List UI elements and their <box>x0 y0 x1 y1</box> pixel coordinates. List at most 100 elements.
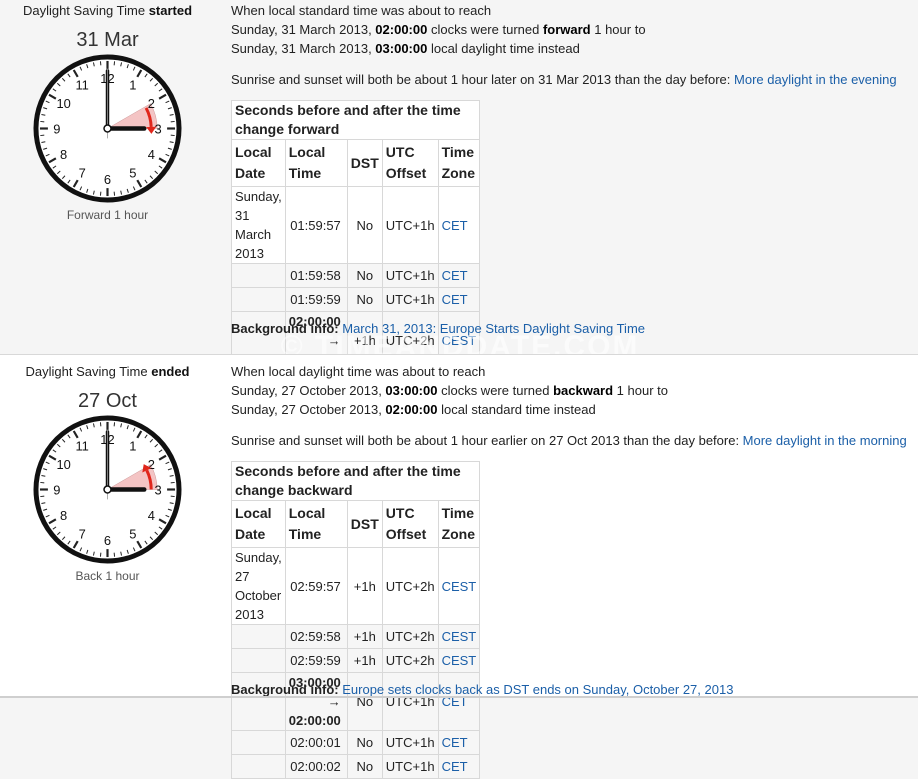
cell-dst: +1h <box>347 649 382 673</box>
cell-date <box>232 731 286 755</box>
time-zone-link[interactable]: CET <box>442 759 468 774</box>
clock-backward-icon: 121234567891011 <box>33 415 182 564</box>
clock-caption: Forward 1 hour <box>0 208 215 222</box>
cell-tz: CET <box>438 755 480 779</box>
col-time-zone: TimeZone <box>438 501 480 548</box>
clock-number: 4 <box>148 508 155 523</box>
clock-center <box>104 125 111 132</box>
table-caption: Seconds before and after the time change… <box>232 101 480 140</box>
clock-number: 3 <box>155 482 162 497</box>
table-row: 02:00:01NoUTC+1h CET <box>232 731 480 755</box>
clock-number: 6 <box>104 533 111 548</box>
clock-number: 7 <box>79 526 86 541</box>
bottom-divider <box>0 696 918 698</box>
desc-line-1: When local standard time was about to re… <box>231 1 491 20</box>
clock-number: 5 <box>129 165 136 180</box>
col-dst: DST <box>347 501 382 548</box>
clock-number: 8 <box>60 508 67 523</box>
desc-line-3: Sunday, 31 March 2013, 03:00:00 local da… <box>231 39 580 58</box>
sunrise-note: Sunrise and sunset will both be about 1 … <box>231 431 907 450</box>
col-time-zone: TimeZone <box>438 140 480 187</box>
cell-tz: CEST <box>438 548 480 625</box>
sunrise-note: Sunrise and sunset will both be about 1 … <box>231 70 897 89</box>
cell-utc: UTC+1h <box>382 264 438 288</box>
table-row: 02:00:02NoUTC+1h CET <box>232 755 480 779</box>
dst-ended-heading: Daylight Saving Time ended <box>0 364 215 379</box>
more-daylight-morning-link[interactable]: More daylight in the morning <box>743 433 907 448</box>
cell-dst: No <box>347 288 382 312</box>
desc-line-2: Sunday, 31 March 2013, 02:00:00 clocks w… <box>231 20 646 39</box>
clock-number: 2 <box>148 96 155 111</box>
cell-dst: No <box>347 264 382 288</box>
table-row: 02:59:58+1hUTC+2hCEST <box>232 625 480 649</box>
col-utc-offset: UTCOffset <box>382 501 438 548</box>
time-zone-link[interactable]: CET <box>442 218 468 233</box>
cell-time: 02:59:58 <box>285 625 347 649</box>
cell-tz: CET <box>438 264 480 288</box>
desc-line-1: When local daylight time was about to re… <box>231 362 485 381</box>
table-body: Sunday, 27 October 201302:59:57+1hUTC+2h… <box>232 548 480 779</box>
cell-tz: CET <box>438 731 480 755</box>
time-zone-link[interactable]: CEST <box>442 629 477 644</box>
table-row: Sunday, 31 March 201301:59:57NoUTC+1hCET <box>232 187 480 264</box>
clock-number: 8 <box>60 147 67 162</box>
dst-ended-section: Daylight Saving Time ended 27 Oct 121234… <box>0 354 918 698</box>
cell-time: 02:59:59 <box>285 649 347 673</box>
cell-time: 01:59:58 <box>285 264 347 288</box>
clock-number: 9 <box>53 121 60 136</box>
heading-bold: ended <box>151 364 189 379</box>
clock-forward-icon: 121234567891011 <box>33 54 182 203</box>
cell-dst: +1h <box>347 625 382 649</box>
cell-tz: CEST <box>438 625 480 649</box>
cell-date <box>232 264 286 288</box>
cell-dst: No <box>347 755 382 779</box>
clock-number: 7 <box>79 165 86 180</box>
col-dst: DST <box>347 140 382 187</box>
cell-dst: +1h <box>347 548 382 625</box>
cell-date: Sunday, 31 March 2013 <box>232 187 286 264</box>
cell-time: 02:00:02 <box>285 755 347 779</box>
time-zone-link[interactable]: CEST <box>442 579 477 594</box>
clock-number: 1 <box>129 78 136 93</box>
cell-date: Sunday, 27 October 2013 <box>232 548 286 625</box>
desc-line-2: Sunday, 27 October 2013, 03:00:00 clocks… <box>231 381 668 400</box>
clock-number: 9 <box>53 482 60 497</box>
dst-started-heading: Daylight Saving Time started <box>0 3 215 18</box>
cell-utc: UTC+1h <box>382 187 438 264</box>
cell-utc: UTC+1h <box>382 288 438 312</box>
dst-started-section: Daylight Saving Time started 31 Mar 1212… <box>0 0 918 354</box>
col-local-date: Local Date <box>232 140 286 187</box>
heading-bold: started <box>149 3 192 18</box>
clock-center <box>104 486 111 493</box>
time-zone-link[interactable]: CET <box>442 292 468 307</box>
background-info: Background info: March 31, 2013: Europe … <box>231 319 645 338</box>
background-info-link[interactable]: Europe sets clocks back as DST ends on S… <box>342 682 733 697</box>
clock-number: 10 <box>56 457 70 472</box>
clock-number: 1 <box>129 439 136 454</box>
date-big: 27 Oct <box>0 390 215 413</box>
clock-number: 3 <box>155 121 162 136</box>
cell-time: 01:59:57 <box>285 187 347 264</box>
background-info-link[interactable]: March 31, 2013: Europe Starts Daylight S… <box>342 321 645 336</box>
more-daylight-evening-link[interactable]: More daylight in the evening <box>734 72 897 87</box>
time-zone-link[interactable]: CET <box>442 735 468 750</box>
cell-dst: No <box>347 731 382 755</box>
cell-time: 02:00:01 <box>285 731 347 755</box>
cell-date <box>232 288 286 312</box>
heading-prefix: Daylight Saving Time <box>25 364 151 379</box>
clock-number: 2 <box>148 457 155 472</box>
date-big: 31 Mar <box>0 29 215 52</box>
time-zone-link[interactable]: CEST <box>442 653 477 668</box>
table-caption: Seconds before and after the time change… <box>232 462 480 501</box>
desc-line-3: Sunday, 27 October 2013, 02:00:00 local … <box>231 400 596 419</box>
cell-utc: UTC+1h <box>382 731 438 755</box>
time-zone-link[interactable]: CET <box>442 268 468 283</box>
clock-number: 11 <box>75 78 88 93</box>
clock-number: 11 <box>75 439 88 454</box>
cell-utc: UTC+1h <box>382 755 438 779</box>
table-row: Sunday, 27 October 201302:59:57+1hUTC+2h… <box>232 548 480 625</box>
clock-number: 5 <box>129 526 136 541</box>
clock-number: 6 <box>104 172 111 187</box>
table-row: 01:59:58NoUTC+1h CET <box>232 264 480 288</box>
cell-tz: CET <box>438 288 480 312</box>
